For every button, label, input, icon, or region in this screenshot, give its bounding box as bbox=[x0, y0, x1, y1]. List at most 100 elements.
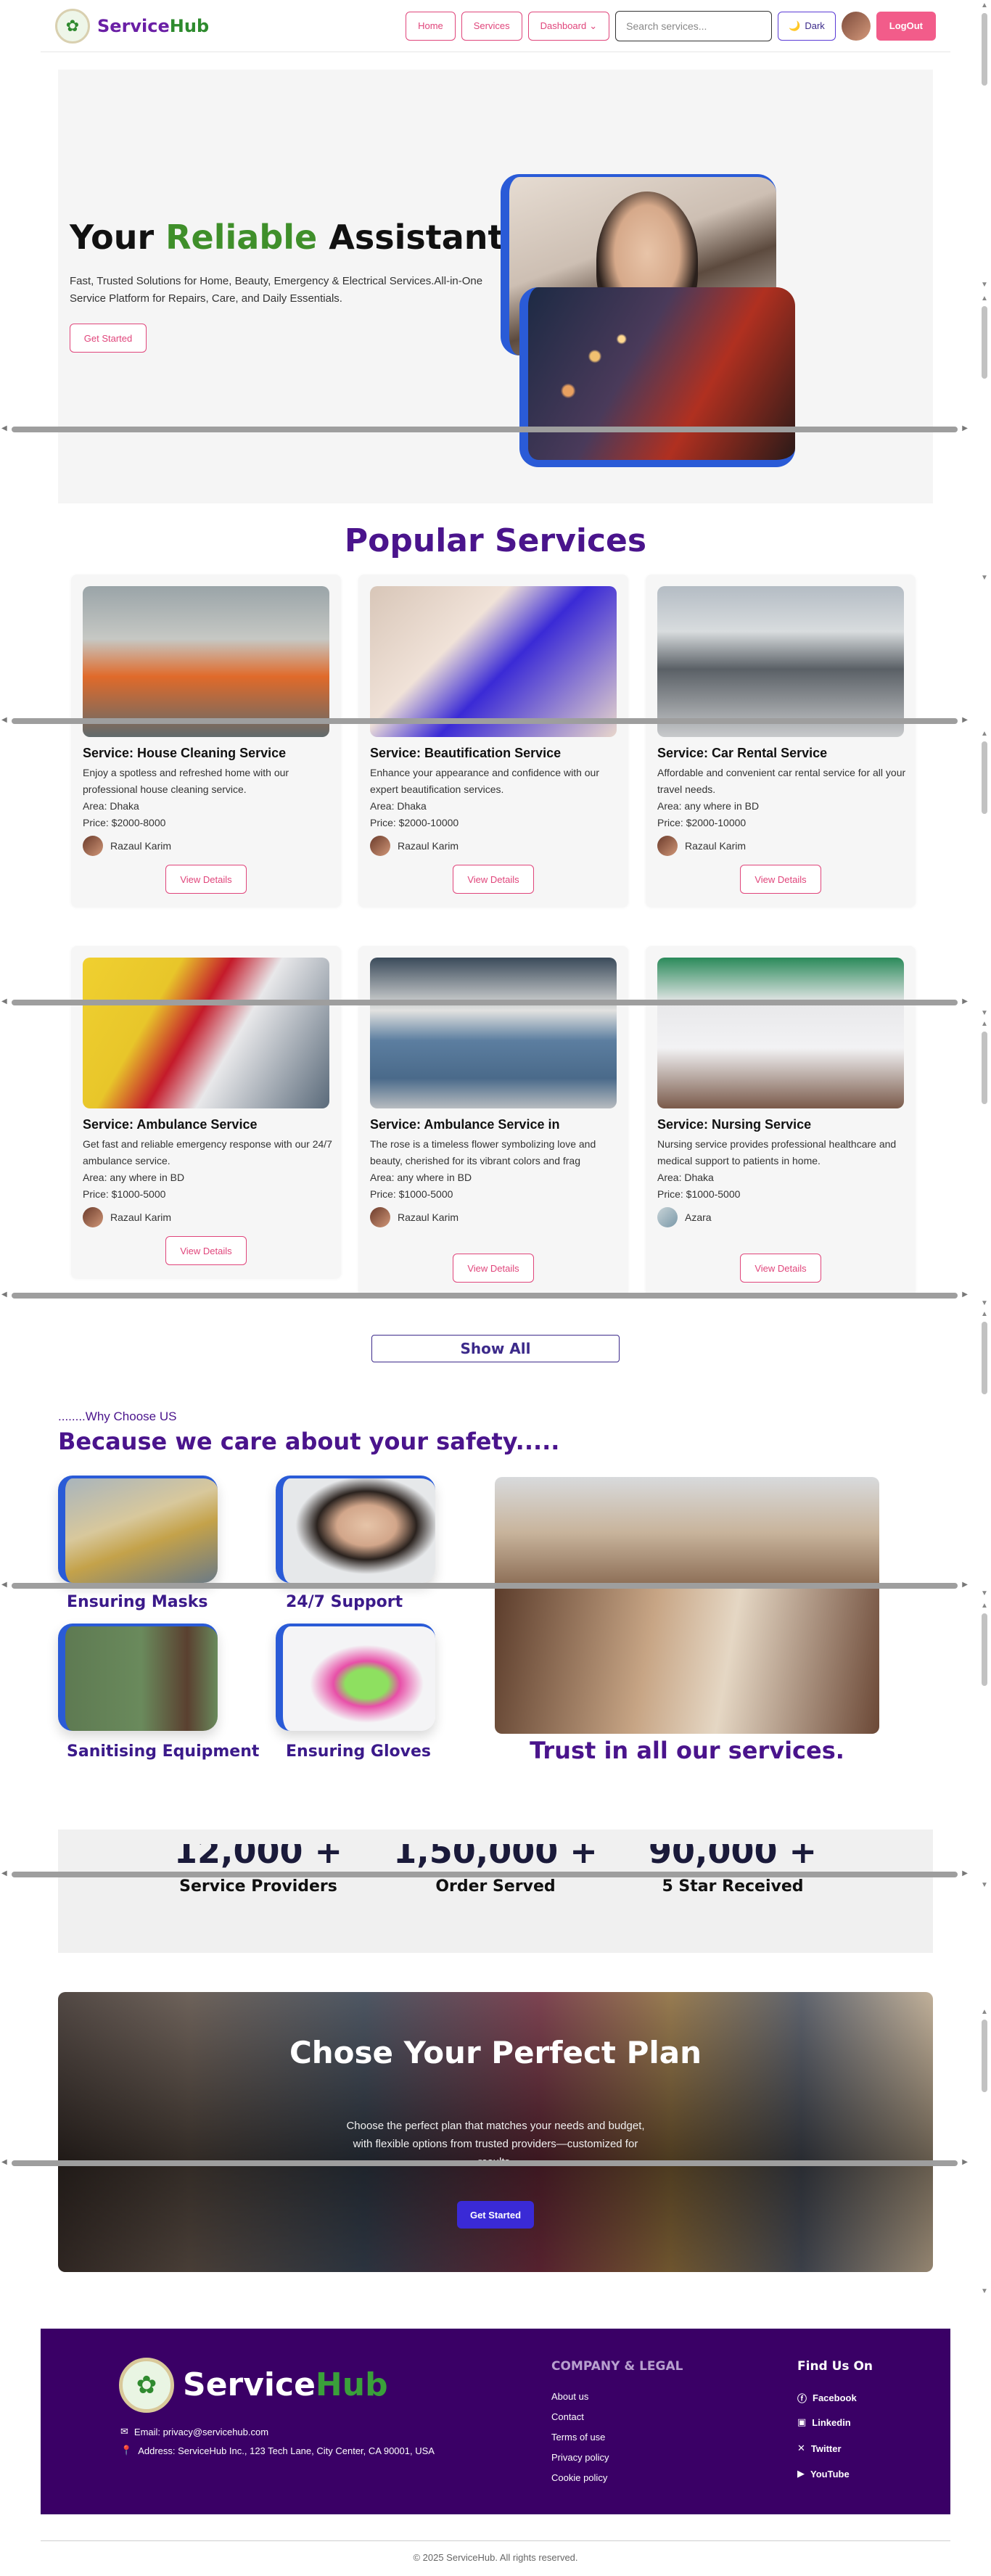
dark-mode-toggle[interactable]: 🌙 Dark bbox=[778, 11, 836, 41]
service-description: Nursing service provides professional he… bbox=[657, 1138, 897, 1166]
view-details-button[interactable]: View Details bbox=[740, 865, 821, 894]
horizontal-scrollbar[interactable]: ◀ ▶ bbox=[0, 424, 969, 434]
service-price: Price: $1000-5000 bbox=[657, 1188, 741, 1200]
vertical-scrollbar[interactable]: ▲ ▼ bbox=[979, 1309, 990, 1599]
logout-button[interactable]: LogOut bbox=[876, 11, 936, 41]
meeting-image-top bbox=[495, 1477, 879, 1587]
plan-get-started-button[interactable]: Get Started bbox=[457, 2201, 534, 2229]
service-provider: Razaul Karim bbox=[370, 1207, 620, 1227]
service-provider: Razaul Karim bbox=[657, 836, 908, 856]
vertical-scrollbar[interactable]: ▲ ▼ bbox=[979, 728, 990, 1019]
search-input[interactable]: Search services... bbox=[615, 10, 773, 41]
horizontal-scrollbar[interactable]: ◀ ▶ bbox=[0, 1869, 969, 1879]
plan-title: Chose Your Perfect Plan bbox=[289, 2035, 702, 2070]
hero-section: Your Reliable Assistant Fast, Trusted So… bbox=[58, 70, 933, 503]
nav-dashboard-dropdown[interactable]: Dashboard ⌄ bbox=[527, 11, 610, 41]
service-description: The rose is a timeless flower symbolizin… bbox=[370, 1138, 596, 1166]
copyright-text: © 2025 ServiceHub. All rights reserved. bbox=[413, 2552, 578, 2563]
footer-logo-badge: ✿ bbox=[119, 2358, 174, 2413]
stats-section: 12,000 + Service Providers 1,50,000 + Or… bbox=[58, 1830, 933, 1953]
provider-name: Razaul Karim bbox=[685, 839, 747, 852]
provider-avatar bbox=[370, 836, 390, 856]
hero-get-started-button[interactable]: Get Started bbox=[70, 324, 147, 353]
provider-avatar bbox=[83, 836, 103, 856]
service-image bbox=[370, 958, 617, 1108]
horizontal-scrollbar[interactable]: ◀ ▶ bbox=[0, 1290, 969, 1300]
vertical-scrollbar[interactable]: ▲ ▼ bbox=[979, 2007, 990, 2297]
horizontal-scrollbar[interactable]: ◀ ▶ bbox=[0, 997, 969, 1007]
youtube-icon: ▶ bbox=[797, 2468, 805, 2479]
horizontal-scrollbar[interactable]: ◀ ▶ bbox=[0, 1580, 969, 1590]
why-item-support: 24/7 Support bbox=[286, 1593, 403, 1611]
service-card: Service: House Cleaning Service Enjoy a s… bbox=[71, 575, 341, 907]
provider-name: Azara bbox=[685, 1211, 712, 1223]
service-title: Service: Ambulance Service in bbox=[370, 1117, 560, 1132]
provider-avatar bbox=[83, 1207, 103, 1227]
social-linkedin[interactable]: ▣ Linkedin bbox=[797, 2416, 851, 2428]
service-area: Area: Dhaka bbox=[370, 800, 427, 812]
provider-avatar bbox=[370, 1207, 390, 1227]
footer-address: 📍 Address: ServiceHub Inc., 123 Tech Lane… bbox=[120, 2445, 435, 2456]
provider-avatar bbox=[657, 836, 678, 856]
vertical-scrollbar[interactable]: ▲ ▼ bbox=[979, 0, 990, 290]
vertical-scrollbar[interactable]: ▲ ▼ bbox=[979, 1019, 990, 1309]
view-details-button[interactable]: View Details bbox=[740, 1254, 821, 1283]
service-price: Price: $2000-10000 bbox=[370, 817, 459, 828]
horizontal-scrollbar[interactable]: ◀ ▶ bbox=[0, 2157, 969, 2168]
nav-home-button[interactable]: Home bbox=[406, 11, 456, 41]
view-details-button[interactable]: View Details bbox=[453, 1254, 534, 1283]
linkedin-icon: ▣ bbox=[797, 2416, 807, 2427]
service-provider: Razaul Karim bbox=[83, 836, 333, 856]
user-avatar[interactable] bbox=[841, 11, 871, 41]
footer-link-contact[interactable]: Contact bbox=[551, 2411, 584, 2422]
view-details-button[interactable]: View Details bbox=[165, 1236, 247, 1265]
popular-services-title: Popular Services bbox=[344, 522, 647, 559]
masks-image bbox=[58, 1476, 218, 1583]
footer-link-cookie[interactable]: Cookie policy bbox=[551, 2472, 607, 2483]
footer-link-privacy[interactable]: Privacy policy bbox=[551, 2452, 609, 2463]
view-details-button[interactable]: View Details bbox=[165, 865, 247, 894]
footer: ✿ ServiceHub ✉ Email: privacy@servicehub.… bbox=[41, 2329, 950, 2514]
footer-link-about[interactable]: About us bbox=[551, 2391, 588, 2402]
service-image bbox=[83, 958, 329, 1108]
social-facebook[interactable]: ⓕ Facebook bbox=[797, 2391, 857, 2405]
meeting-image-bottom bbox=[495, 1589, 879, 1734]
footer-email: ✉ Email: privacy@servicehub.com bbox=[120, 2426, 269, 2437]
service-price: Price: $2000-8000 bbox=[83, 817, 166, 828]
service-image bbox=[370, 586, 617, 737]
social-youtube[interactable]: ▶ YouTube bbox=[797, 2468, 850, 2480]
vertical-scrollbar[interactable]: ▲ ▼ bbox=[979, 1600, 990, 1890]
why-item-gloves: Ensuring Gloves bbox=[286, 1742, 431, 1761]
service-title: Service: Car Rental Service bbox=[657, 746, 828, 760]
hero-description: Fast, Trusted Solutions for Home, Beauty… bbox=[70, 275, 483, 305]
vertical-scrollbar[interactable]: ▲ ▼ bbox=[979, 293, 990, 583]
service-price: Price: $1000-5000 bbox=[370, 1188, 453, 1200]
service-price: Price: $2000-10000 bbox=[657, 817, 747, 828]
service-description: Get fast and reliable emergency response… bbox=[83, 1138, 332, 1166]
plan-banner: Chose Your Perfect Plan Choose the perfe… bbox=[58, 1992, 933, 2272]
support-image bbox=[276, 1476, 435, 1583]
email-icon: ✉ bbox=[120, 2426, 128, 2437]
service-card: Service: Car Rental Service Affordable an… bbox=[646, 575, 916, 907]
service-title: Service: Beautification Service bbox=[370, 746, 562, 760]
twitter-icon: ✕ bbox=[797, 2443, 805, 2453]
brand-logo[interactable]: ServiceHub bbox=[97, 16, 209, 36]
moon-icon: 🌙 bbox=[789, 20, 801, 31]
service-card: Service: Beautification Service Enhance y… bbox=[358, 575, 628, 907]
social-twitter[interactable]: ✕ Twitter bbox=[797, 2443, 842, 2454]
why-subtitle: ........Why Choose US bbox=[58, 1410, 177, 1423]
provider-name: Razaul Karim bbox=[110, 1211, 172, 1223]
view-details-button[interactable]: View Details bbox=[453, 865, 534, 894]
service-area: Area: Dhaka bbox=[83, 800, 139, 812]
provider-name: Razaul Karim bbox=[398, 1211, 459, 1223]
logo-badge[interactable]: ✿ bbox=[55, 8, 90, 44]
footer-brand: ServiceHub bbox=[183, 2366, 388, 2403]
service-provider: Razaul Karim bbox=[370, 836, 620, 856]
horizontal-scrollbar[interactable]: ◀ ▶ bbox=[0, 715, 969, 725]
nav-services-button[interactable]: Services bbox=[461, 11, 522, 41]
service-description: Affordable and convenient car rental ser… bbox=[657, 767, 906, 795]
footer-link-terms[interactable]: Terms of use bbox=[551, 2432, 605, 2443]
show-all-button[interactable]: Show All bbox=[371, 1335, 620, 1362]
service-area: Area: any where in BD bbox=[370, 1172, 472, 1183]
service-area: Area: any where in BD bbox=[83, 1172, 185, 1183]
